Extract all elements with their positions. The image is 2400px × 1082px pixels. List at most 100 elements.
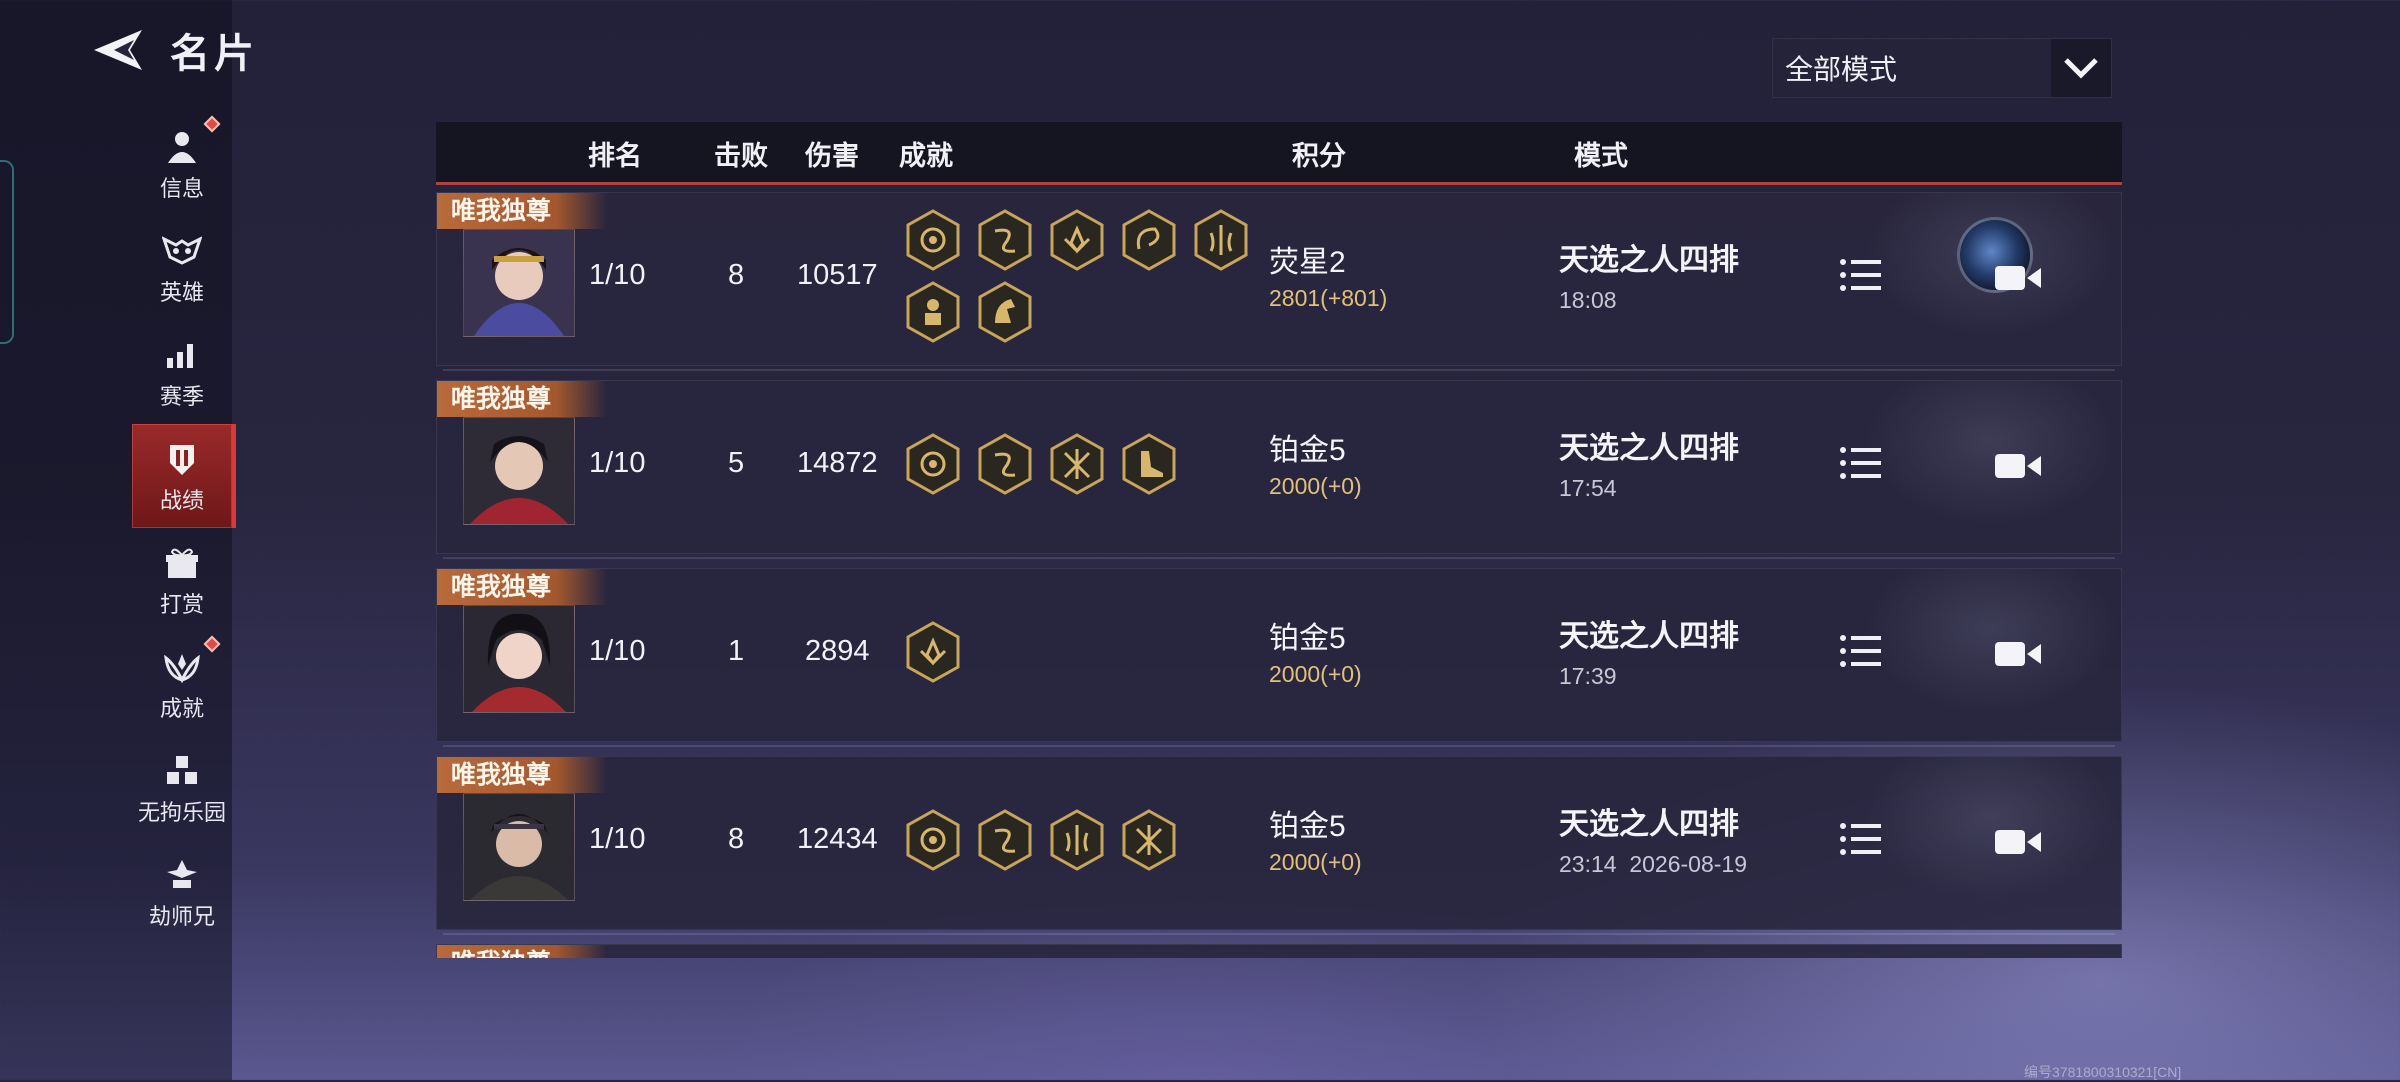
sidebar-item-label: 无拘乐园 <box>137 800 226 825</box>
hero-avatar <box>463 417 575 525</box>
mode-name: 天选之人四排 <box>1559 620 1739 653</box>
header-score: 积分 <box>1292 141 1346 171</box>
achievement-boot-icon[interactable] <box>1121 433 1177 495</box>
replay-video-icon[interactable] <box>1995 263 2041 293</box>
sidebar-item-reward[interactable]: 打赏 <box>132 528 232 632</box>
header-achievements: 成就 <box>899 141 953 171</box>
score-tier: 铂金5 <box>1269 434 1346 467</box>
person-icon <box>164 125 200 169</box>
achievement-dragon-icon[interactable] <box>977 433 1033 495</box>
rank-value: 1/10 <box>589 823 646 855</box>
achievement-warrior-icon[interactable] <box>905 281 961 343</box>
sidebar-item-records[interactable]: 战绩 <box>132 424 236 528</box>
match-time: 23:14 2026-08-19 <box>1559 851 1747 877</box>
header-damage: 伤害 <box>805 141 859 171</box>
rank-value: 1/10 <box>589 635 646 667</box>
mode-filter-dropdown[interactable]: 全部模式 <box>1772 38 2112 98</box>
rank-ribbon: 唯我独尊 <box>437 945 607 958</box>
sidebar-item-label: 劫师兄 <box>148 904 215 929</box>
mode-filter-value: 全部模式 <box>1785 54 1898 85</box>
sidebar-item-info[interactable]: 信息 <box>132 112 232 216</box>
sidebar-item-label: 成就 <box>159 696 204 721</box>
achievement-crossed-blades-icon[interactable] <box>1049 433 1105 495</box>
details-list-icon[interactable] <box>1839 633 1883 669</box>
achievement-dragon-icon[interactable] <box>977 809 1033 871</box>
damage-value: 10517 <box>797 259 878 291</box>
sidebar-item-season[interactable]: 赛季 <box>132 320 232 424</box>
score-value: 2000(+0) <box>1269 661 1362 687</box>
header-mode: 模式 <box>1574 141 1628 171</box>
rank-value: 1/10 <box>589 259 646 291</box>
hero-avatar <box>463 605 575 713</box>
match-time: 17:39 <box>1559 663 1617 689</box>
achievement-tiger-icon[interactable] <box>905 433 961 495</box>
kills-value: 8 <box>728 259 745 291</box>
sidebar-item-label: 英雄 <box>159 280 204 305</box>
mode-name: 天选之人四排 <box>1559 432 1739 465</box>
sidebar-item-label: 打赏 <box>159 592 204 617</box>
achievement-blade-icon[interactable] <box>1049 809 1105 871</box>
match-row[interactable]: 唯我独尊 1/10 1 2894 铂金5 2000(+0) 天选之人四排 17:… <box>436 568 2122 747</box>
rank-ribbon: 唯我独尊 <box>437 193 607 229</box>
sidebar-item-playground[interactable]: 无拘乐园 <box>132 736 232 840</box>
replay-video-icon[interactable] <box>1995 451 2041 481</box>
achievement-horse-icon[interactable] <box>977 281 1033 343</box>
page-title: 名片 <box>170 32 258 76</box>
notification-badge <box>203 635 221 653</box>
achievement-tiger-icon[interactable] <box>905 809 961 871</box>
details-list-icon[interactable] <box>1839 257 1883 293</box>
damage-value: 2894 <box>805 635 870 667</box>
achievement-swirl-icon[interactable] <box>1121 209 1177 271</box>
match-row[interactable]: 唯我独尊 <box>436 944 2122 958</box>
achievement-crossed-blades-icon[interactable] <box>1121 809 1177 871</box>
chevron-down-icon[interactable] <box>2051 39 2111 97</box>
records-table-header: 排名 击败 伤害 成就 积分 模式 <box>436 122 2122 185</box>
score-value: 2000(+0) <box>1269 849 1362 875</box>
rank-value: 1/10 <box>589 447 646 479</box>
achievement-tiger-icon[interactable] <box>905 209 961 271</box>
score-tier: 铂金5 <box>1269 810 1346 843</box>
replay-video-icon[interactable] <box>1995 639 2041 669</box>
player-id-code: 编号3781800310321[CN] <box>2024 1064 2182 1080</box>
sidebar-item-achievements[interactable]: 成就 <box>132 632 232 736</box>
cubes-icon <box>163 749 201 793</box>
notification-badge <box>203 115 221 133</box>
header-kills: 击败 <box>714 141 768 171</box>
rank-ribbon: 唯我独尊 <box>437 757 607 793</box>
kills-value: 8 <box>728 823 745 855</box>
sidebar-nav: 信息 英雄 赛季 战绩 打赏 成就 无拘乐园 劫师兄 <box>132 112 236 944</box>
back-arrow-icon[interactable] <box>88 22 152 78</box>
laurel-icon <box>162 645 202 689</box>
sidebar-item-heroes[interactable]: 英雄 <box>132 216 232 320</box>
edge-drawer-handle[interactable] <box>0 160 14 344</box>
achievement-lotus-icon[interactable] <box>905 621 961 683</box>
sidebar-item-label: 战绩 <box>159 488 204 513</box>
bar-chart-icon <box>165 333 199 377</box>
sidebar-item-senior[interactable]: 劫师兄 <box>132 840 232 944</box>
shield-icon <box>166 437 198 481</box>
details-list-icon[interactable] <box>1839 821 1883 857</box>
kills-value: 5 <box>728 447 745 479</box>
gift-icon <box>164 541 200 585</box>
hero-avatar <box>463 793 575 901</box>
achievement-blade-icon[interactable] <box>1193 209 1249 271</box>
match-row[interactable]: 唯我独尊 1/10 5 14872 铂金5 2000(+0) 天选之人四排 17… <box>436 380 2122 559</box>
mode-name: 天选之人四排 <box>1559 808 1739 841</box>
hero-avatar <box>463 229 575 337</box>
match-row[interactable]: 唯我独尊 1/10 8 10517 荧星2 2801(+801) 天选之人四排 … <box>436 192 2122 371</box>
header-rank: 排名 <box>588 141 642 171</box>
match-row[interactable]: 唯我独尊 1/10 8 12434 铂金5 2000(+0) 天选之人四排 23… <box>436 756 2122 935</box>
kills-value: 1 <box>728 635 745 667</box>
replay-video-icon[interactable] <box>1995 827 2041 857</box>
rank-ribbon: 唯我独尊 <box>437 569 607 605</box>
match-time: 17:54 <box>1559 475 1617 501</box>
achievement-lotus-icon[interactable] <box>1049 209 1105 271</box>
achievement-dragon-icon[interactable] <box>977 209 1033 271</box>
records-list[interactable]: 唯我独尊 1/10 8 10517 荧星2 2801(+801) 天选之人四排 … <box>436 186 2124 958</box>
details-list-icon[interactable] <box>1839 445 1883 481</box>
score-tier: 荧星2 <box>1269 246 1346 279</box>
mask-icon <box>162 229 202 273</box>
page-header: 名片 <box>88 20 258 80</box>
score-tier: 铂金5 <box>1269 622 1346 655</box>
rank-ribbon: 唯我独尊 <box>437 381 607 417</box>
